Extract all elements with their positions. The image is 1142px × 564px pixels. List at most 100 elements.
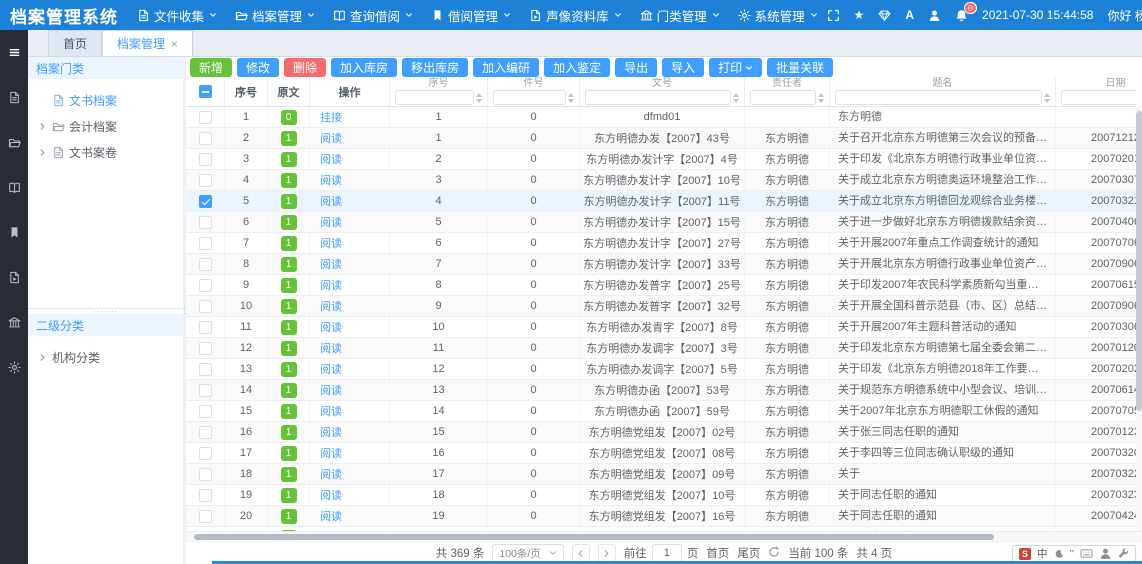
operation-link[interactable]: 阅读 bbox=[320, 361, 342, 377]
user-icon[interactable] bbox=[1099, 547, 1112, 560]
original-count-badge[interactable]: 1 bbox=[281, 362, 297, 377]
row-checkbox[interactable] bbox=[199, 111, 212, 124]
sidebar-item-bookmark[interactable] bbox=[0, 210, 28, 255]
toolbar-button-8[interactable]: 导出 bbox=[615, 58, 657, 77]
operation-link[interactable]: 阅读 bbox=[320, 214, 342, 230]
sort-carets[interactable] bbox=[1044, 93, 1050, 103]
original-count-badge[interactable]: 1 bbox=[281, 467, 297, 482]
table-row[interactable]: 101阅读90东方明德办发普字【2007】32号东方明德关于开展全国科普示范县（… bbox=[186, 296, 1136, 317]
row-checkbox[interactable] bbox=[199, 237, 212, 250]
font-size-icon[interactable]: A bbox=[905, 8, 914, 22]
operation-link[interactable]: 阅读 bbox=[320, 340, 342, 356]
table-row[interactable]: 151阅读140东方明德办函【2007】59号东方明德关于2007年北京东方明德… bbox=[186, 401, 1136, 422]
table-row[interactable]: 171阅读160东方明德党组发【2007】08号东方明德关于李四等三位同志确认职… bbox=[186, 443, 1136, 464]
table-row[interactable]: 131阅读120东方明德办发调字【2007】5号东方明德关于印发《北京东方明德2… bbox=[186, 359, 1136, 380]
next-page-button[interactable] bbox=[598, 544, 616, 562]
original-count-badge[interactable]: 1 bbox=[281, 173, 297, 188]
operation-link[interactable]: 阅读 bbox=[320, 319, 342, 335]
operation-link[interactable]: 挂接 bbox=[320, 109, 342, 125]
filter-item-no-input[interactable] bbox=[493, 90, 566, 105]
row-checkbox[interactable] bbox=[199, 132, 212, 145]
row-checkbox[interactable] bbox=[199, 174, 212, 187]
toolbar-button-5[interactable]: 移出库房 bbox=[402, 58, 468, 77]
wrench-icon[interactable] bbox=[1118, 548, 1129, 559]
sidebar-item-gear[interactable] bbox=[0, 345, 28, 390]
operation-link[interactable]: 阅读 bbox=[320, 151, 342, 167]
toolbar-button-1[interactable]: 新增 bbox=[190, 58, 232, 77]
page-number-input[interactable] bbox=[652, 544, 682, 562]
table-row[interactable]: 81阅读70东方明德办发计字【2007】33号东方明德关于开展北京东方明德行政事… bbox=[186, 254, 1136, 275]
original-count-badge[interactable]: 1 bbox=[281, 257, 297, 272]
table-row[interactable]: 21阅读10东方明德办发【2007】43号东方明德关于召开北京东方明德第三次会议… bbox=[186, 128, 1136, 149]
operation-link[interactable]: 阅读 bbox=[320, 193, 342, 209]
table-row[interactable]: 191阅读180东方明德党组发【2007】10号东方明德关于同志任职的通知200… bbox=[186, 485, 1136, 506]
operation-link[interactable]: 阅读 bbox=[320, 298, 342, 314]
tree-item[interactable]: 文书案卷 bbox=[28, 139, 183, 165]
original-count-badge[interactable]: 0 bbox=[281, 110, 297, 125]
topbar-menu-5[interactable]: 声像资料库 bbox=[520, 0, 631, 30]
original-count-badge[interactable]: 1 bbox=[281, 488, 297, 503]
sidebar-item-file-media[interactable] bbox=[0, 255, 28, 300]
filter-date-input[interactable] bbox=[1061, 90, 1136, 105]
row-checkbox[interactable] bbox=[199, 468, 212, 481]
original-count-badge[interactable]: 1 bbox=[281, 278, 297, 293]
toolbar-button-9[interactable]: 导入 bbox=[662, 58, 704, 77]
toolbar-button-11[interactable]: 批量关联 bbox=[767, 58, 833, 77]
operation-link[interactable]: 阅读 bbox=[320, 130, 342, 146]
row-checkbox[interactable] bbox=[199, 447, 212, 460]
row-checkbox[interactable] bbox=[199, 195, 212, 208]
toolbar-button-4[interactable]: 加入库房 bbox=[331, 58, 397, 77]
row-checkbox[interactable] bbox=[199, 405, 212, 418]
sidebar-item-file-text[interactable] bbox=[0, 75, 28, 120]
original-count-badge[interactable]: 1 bbox=[281, 509, 297, 524]
expand-icon[interactable] bbox=[827, 9, 840, 22]
table-row[interactable]: 31阅读20东方明德办发计字【2007】4号东方明德关于印发《北京东方明德行政事… bbox=[186, 149, 1136, 170]
select-all-checkbox[interactable] bbox=[199, 85, 212, 98]
tree-item[interactable]: 机构分类 bbox=[28, 344, 183, 370]
filter-title-input[interactable] bbox=[835, 90, 1042, 105]
star-icon[interactable]: ★ bbox=[854, 8, 865, 22]
bell-icon[interactable]: 0 bbox=[955, 9, 968, 22]
vertical-scrollbar[interactable] bbox=[1136, 107, 1142, 531]
filter-no-input[interactable] bbox=[395, 90, 474, 105]
original-count-badge[interactable]: 1 bbox=[281, 131, 297, 146]
operation-link[interactable]: 阅读 bbox=[320, 487, 342, 503]
sidebar-item-menu[interactable] bbox=[0, 30, 28, 75]
table-row[interactable]: 10挂接10dfmd01东方明德 bbox=[186, 107, 1136, 128]
topbar-menu-6[interactable]: 门类管理 bbox=[631, 0, 729, 30]
table-row[interactable]: 141阅读130东方明德办函【2007】53号东方明德关于规范东方明德系统中小型… bbox=[186, 380, 1136, 401]
sidebar-item-book[interactable] bbox=[0, 165, 28, 210]
table-row[interactable]: 41阅读30东方明德办发计字【2007】10号东方明德关于成立北京东方明德奥运环… bbox=[186, 170, 1136, 191]
close-icon[interactable]: × bbox=[171, 38, 178, 50]
row-checkbox[interactable] bbox=[199, 342, 212, 355]
row-checkbox[interactable] bbox=[199, 510, 212, 523]
sidebar-item-bank[interactable] bbox=[0, 300, 28, 345]
table-row[interactable]: 181阅读170东方明德党组发【2007】09号东方明德关于20070322 bbox=[186, 464, 1136, 485]
topbar-menu-7[interactable]: 系统管理 bbox=[729, 0, 827, 30]
horizontal-scroll-thumb[interactable] bbox=[194, 534, 994, 540]
row-checkbox[interactable] bbox=[199, 153, 212, 166]
toolbar-button-7[interactable]: 加入鉴定 bbox=[544, 58, 610, 77]
operation-link[interactable]: 阅读 bbox=[320, 445, 342, 461]
row-checkbox[interactable] bbox=[199, 384, 212, 397]
horizontal-scrollbar[interactable] bbox=[186, 531, 1142, 541]
operation-link[interactable]: 阅读 bbox=[320, 508, 342, 524]
row-checkbox[interactable] bbox=[199, 216, 212, 229]
keyboard-icon[interactable] bbox=[1080, 548, 1093, 559]
table-row[interactable]: 111阅读100东方明德办发青字【2007】8号东方明德关于开展2007年主题科… bbox=[186, 317, 1136, 338]
tab-home[interactable]: 首页 bbox=[48, 30, 102, 56]
sidebar-item-folder-open[interactable] bbox=[0, 120, 28, 165]
original-count-badge[interactable]: 1 bbox=[281, 299, 297, 314]
operation-link[interactable]: 阅读 bbox=[320, 256, 342, 272]
toolbar-button-6[interactable]: 加入编研 bbox=[473, 58, 539, 77]
topbar-menu-4[interactable]: 借阅管理 bbox=[422, 0, 520, 30]
row-checkbox[interactable] bbox=[199, 321, 212, 334]
ime-text[interactable]: ’’ bbox=[1070, 548, 1074, 560]
gem-icon[interactable] bbox=[878, 9, 891, 22]
table-row[interactable]: 201阅读190东方明德党组发【2007】16号东方明德关于同志任职的通知200… bbox=[186, 506, 1136, 527]
row-checkbox[interactable] bbox=[199, 426, 212, 439]
vertical-scroll-thumb[interactable] bbox=[1136, 111, 1142, 411]
operation-link[interactable]: 阅读 bbox=[320, 277, 342, 293]
operation-link[interactable]: 阅读 bbox=[320, 403, 342, 419]
original-count-badge[interactable]: 1 bbox=[281, 215, 297, 230]
